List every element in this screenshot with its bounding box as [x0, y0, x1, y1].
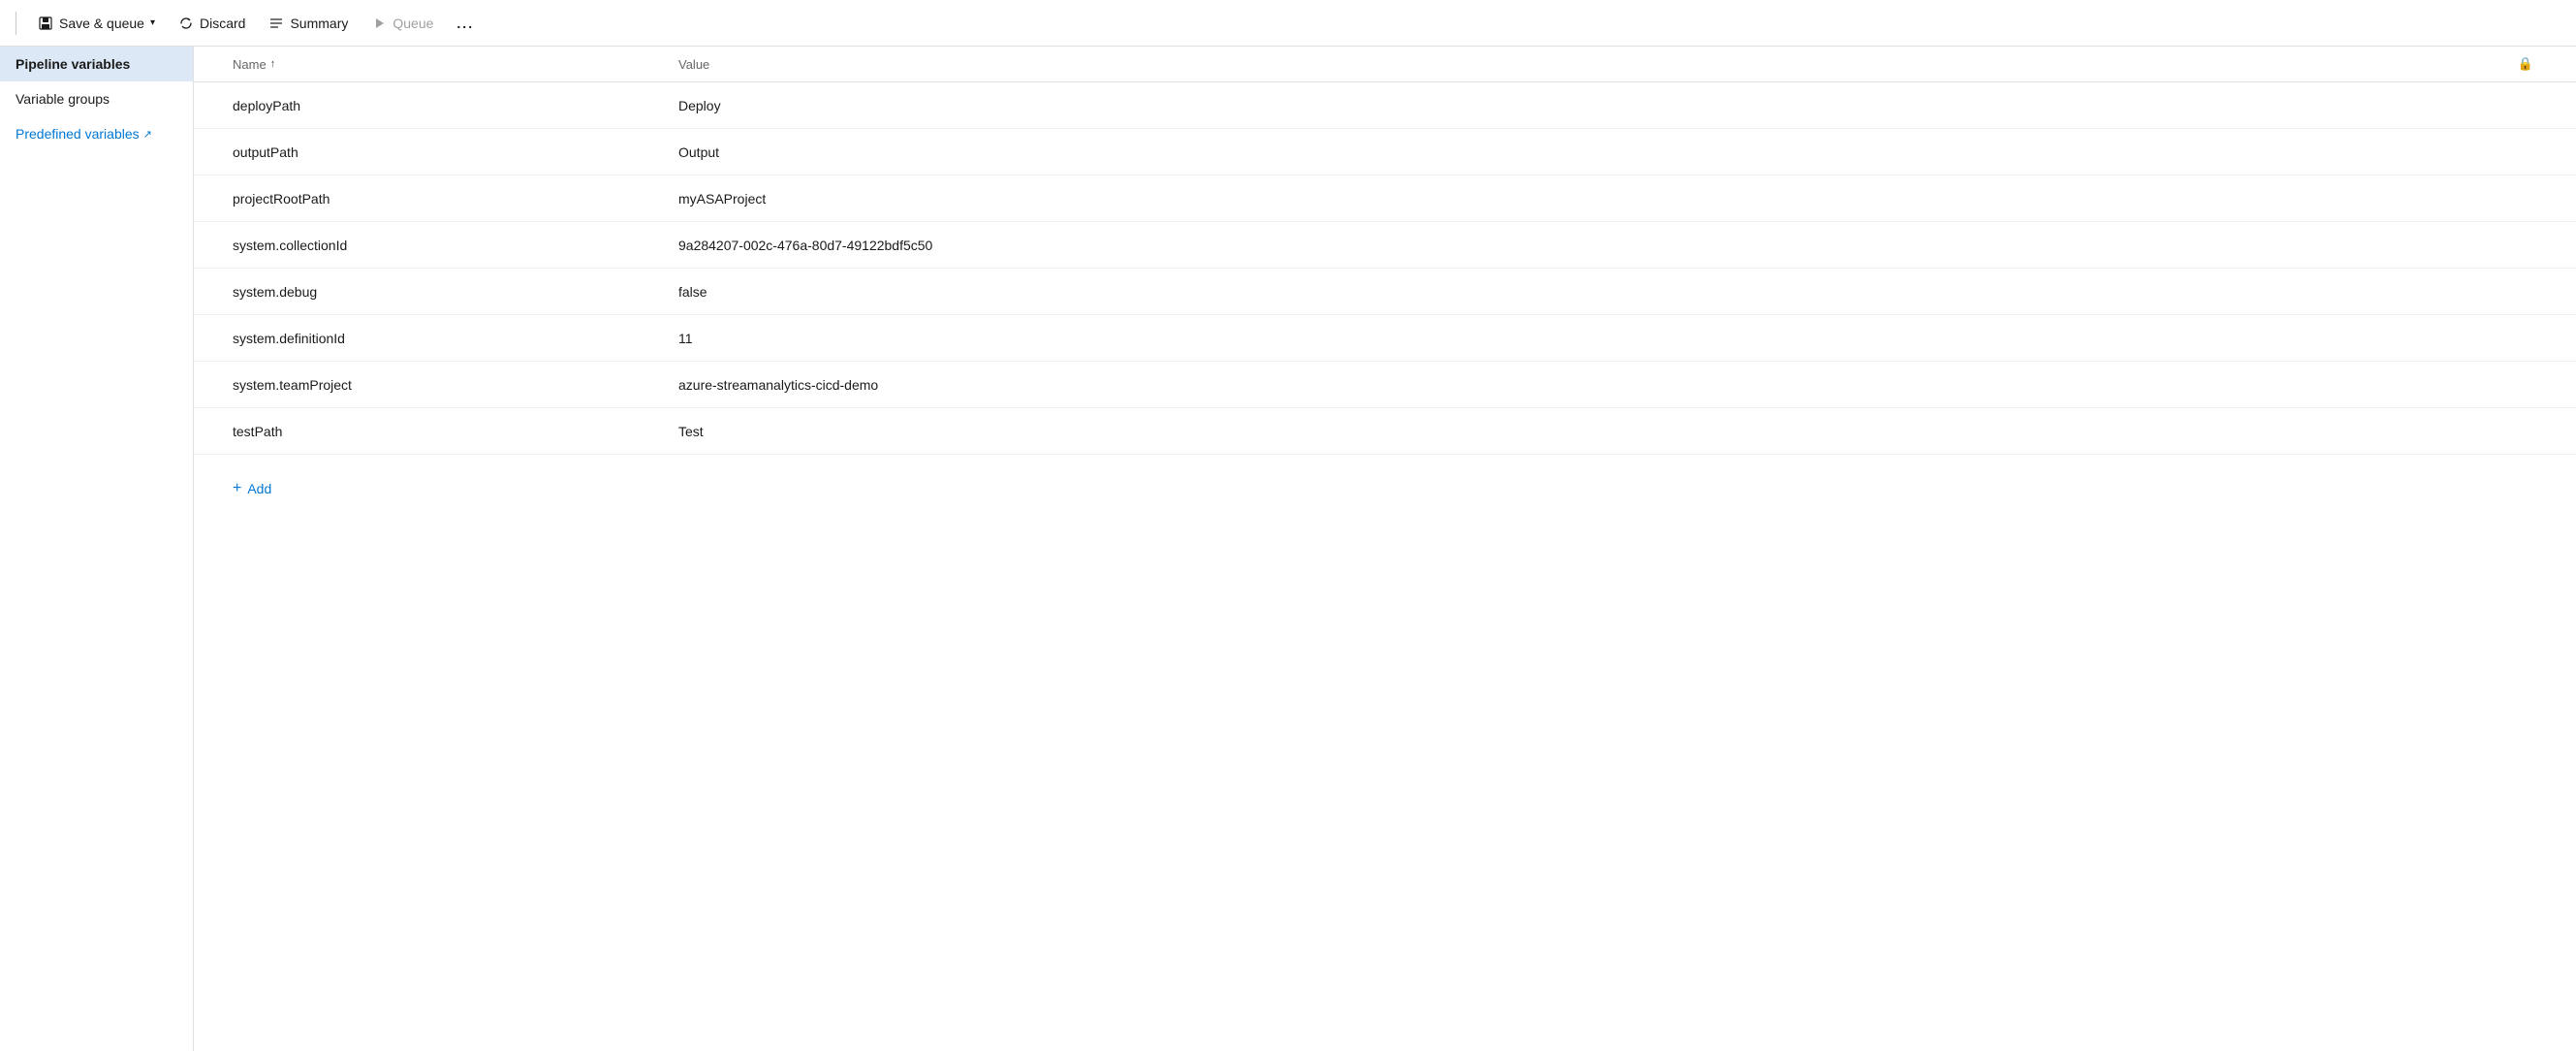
lock-icon: 🔒 [2518, 56, 2533, 72]
sidebar-item-variable-groups[interactable]: Variable groups [0, 81, 193, 116]
main-layout: Pipeline variables Variable groups Prede… [0, 47, 2576, 1051]
cell-name-3: system.collectionId [233, 238, 678, 253]
col-lock-header: 🔒 [2514, 56, 2537, 72]
save-icon [38, 16, 53, 31]
table-row[interactable]: outputPath Output [194, 129, 2576, 175]
save-queue-label: Save & queue [59, 16, 144, 31]
add-button-label: Add [247, 481, 271, 496]
discard-button[interactable]: Discard [169, 10, 255, 37]
sort-arrow-icon: ↑ [270, 58, 276, 70]
cell-name-4: system.debug [233, 284, 678, 300]
table-row[interactable]: system.teamProject azure-streamanalytics… [194, 362, 2576, 408]
sidebar: Pipeline variables Variable groups Prede… [0, 47, 194, 1051]
col-value-header: Value [678, 57, 2514, 72]
summary-icon [268, 16, 284, 31]
discard-label: Discard [200, 16, 245, 31]
cell-value-2: myASAProject [678, 191, 2537, 207]
variable-groups-label: Variable groups [16, 91, 110, 107]
more-button[interactable]: ... [447, 10, 484, 37]
cell-value-3: 9a284207-002c-476a-80d7-49122bdf5c50 [678, 238, 2537, 253]
table-row[interactable]: projectRootPath myASAProject [194, 175, 2576, 222]
summary-button[interactable]: Summary [259, 10, 358, 37]
cell-name-2: projectRootPath [233, 191, 678, 207]
table-row[interactable]: system.debug false [194, 269, 2576, 315]
more-label: ... [456, 16, 474, 31]
table-row[interactable]: system.collectionId 9a284207-002c-476a-8… [194, 222, 2576, 269]
predefined-variables-label: Predefined variables [16, 126, 140, 142]
add-section: + Add [194, 455, 2576, 523]
summary-label: Summary [290, 16, 348, 31]
cell-name-1: outputPath [233, 144, 678, 160]
cell-value-0: Deploy [678, 98, 2537, 113]
queue-label: Queue [393, 16, 433, 31]
cell-value-5: 11 [678, 331, 2537, 346]
queue-button[interactable]: Queue [361, 10, 443, 37]
table-row[interactable]: deployPath Deploy [194, 82, 2576, 129]
discard-icon [178, 16, 194, 31]
toolbar: Save & queue ▾ Discard Summary [0, 0, 2576, 47]
col-value-label: Value [678, 57, 709, 72]
table-body: deployPath Deploy outputPath Output proj… [194, 82, 2576, 455]
cell-value-1: Output [678, 144, 2537, 160]
sidebar-item-pipeline-variables[interactable]: Pipeline variables [0, 47, 193, 81]
save-queue-button[interactable]: Save & queue ▾ [28, 10, 165, 37]
table-row[interactable]: testPath Test [194, 408, 2576, 455]
external-link-icon: ↗ [143, 128, 152, 141]
cell-value-7: Test [678, 424, 2537, 439]
table-row[interactable]: system.definitionId 11 [194, 315, 2576, 362]
table-header: Name ↑ Value 🔒 [194, 47, 2576, 82]
content-area: Name ↑ Value 🔒 deployPath Deploy outputP… [194, 47, 2576, 1051]
cell-name-6: system.teamProject [233, 377, 678, 393]
plus-icon: + [233, 480, 241, 497]
cell-value-4: false [678, 284, 2537, 300]
cell-name-5: system.definitionId [233, 331, 678, 346]
col-name-header[interactable]: Name ↑ [233, 57, 678, 72]
add-variable-button[interactable]: + Add [233, 474, 271, 503]
cell-name-7: testPath [233, 424, 678, 439]
chevron-down-icon: ▾ [150, 17, 155, 28]
predefined-variables-link[interactable]: Predefined variables ↗ [0, 116, 193, 151]
col-name-label: Name [233, 57, 267, 72]
queue-icon [371, 16, 387, 31]
cell-value-6: azure-streamanalytics-cicd-demo [678, 377, 2537, 393]
cell-name-0: deployPath [233, 98, 678, 113]
pipeline-variables-label: Pipeline variables [16, 56, 130, 72]
